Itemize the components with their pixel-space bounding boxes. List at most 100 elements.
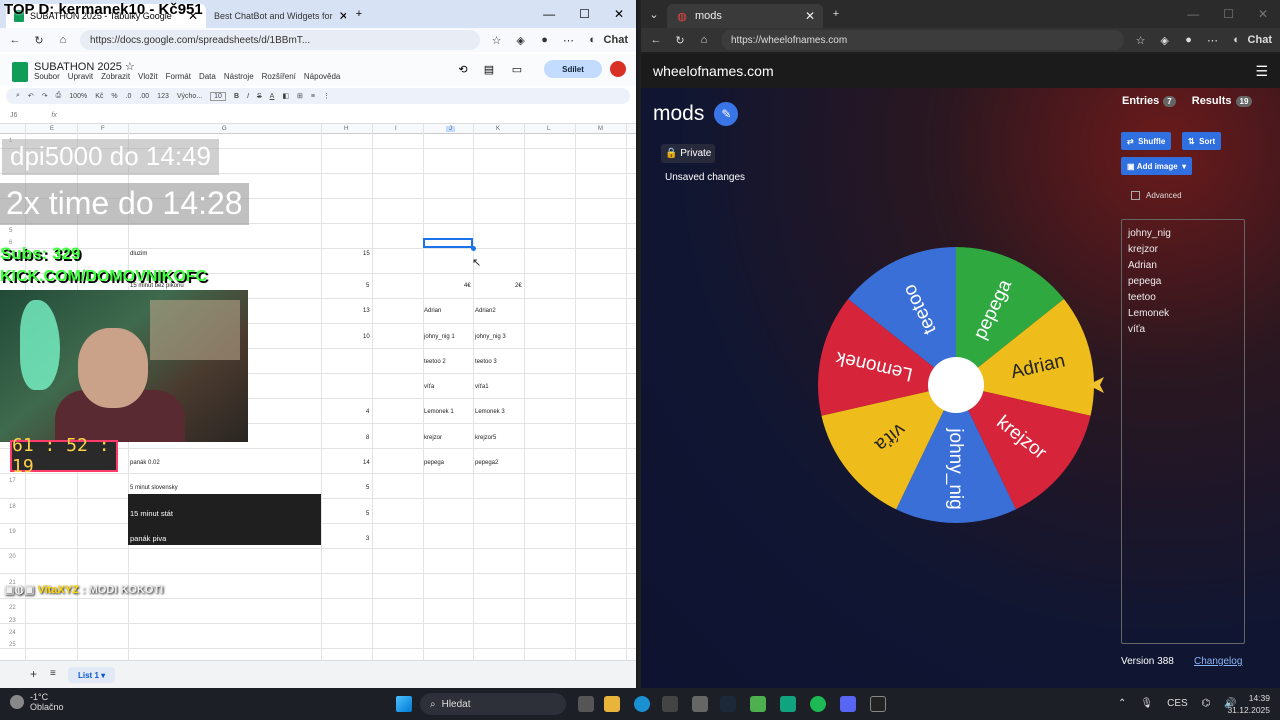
back-icon[interactable]: ←: [8, 33, 22, 47]
start-button-icon[interactable]: [396, 696, 412, 712]
menu-rozsireni[interactable]: Rozšíření: [262, 72, 296, 81]
clock[interactable]: 14:39 31.12.2025: [1227, 692, 1270, 716]
back-icon[interactable]: ←: [649, 33, 663, 47]
cell[interactable]: 8: [366, 435, 369, 441]
search-icon[interactable]: ⌕: [16, 92, 20, 100]
redo-icon[interactable]: ↷: [42, 92, 48, 100]
percent-button[interactable]: %: [111, 93, 117, 100]
currency-button[interactable]: Kč: [95, 93, 103, 100]
language-indicator[interactable]: CES: [1167, 698, 1188, 709]
extension-icon[interactable]: ◈: [1158, 33, 1172, 47]
menu-nastroje[interactable]: Nástroje: [224, 72, 254, 81]
minimize-icon[interactable]: —: [543, 7, 555, 21]
col-header[interactable]: M: [598, 126, 603, 132]
cell[interactable]: panák piva: [130, 534, 166, 543]
star-icon[interactable]: ☆: [490, 33, 504, 47]
print-icon[interactable]: ⎙: [56, 92, 62, 100]
menu-data[interactable]: Data: [199, 72, 216, 81]
more-icon[interactable]: ⋯: [562, 33, 576, 47]
cell[interactable]: 4€: [464, 283, 471, 289]
fill-color-icon[interactable]: ◧: [282, 92, 289, 100]
spotify-icon[interactable]: [810, 696, 826, 712]
cell[interactable]: 5: [366, 283, 369, 289]
col-header[interactable]: H: [344, 126, 348, 132]
font-select[interactable]: Výcho...: [177, 93, 202, 100]
cell[interactable]: johny_nig 1: [424, 334, 455, 340]
close-window-icon[interactable]: ✕: [614, 7, 624, 21]
row-number[interactable]: 20: [9, 554, 16, 560]
app-icon[interactable]: [692, 696, 708, 712]
cell[interactable]: teetoo 2: [424, 359, 446, 365]
reload-icon[interactable]: ↻: [673, 33, 687, 47]
row-number[interactable]: 19: [9, 529, 16, 535]
cell[interactable]: Lemonek 3: [475, 409, 505, 415]
edit-pencil-icon[interactable]: ✎: [714, 102, 739, 126]
profile-icon[interactable]: ●: [538, 33, 552, 47]
share-button[interactable]: Sdílet: [544, 60, 602, 78]
row-number[interactable]: 25: [9, 642, 16, 648]
menu-format[interactable]: Formát: [166, 72, 191, 81]
borders-icon[interactable]: ⊞: [297, 92, 303, 100]
chevron-up-icon[interactable]: ⌃: [1118, 698, 1126, 709]
cell[interactable]: 5: [366, 485, 369, 491]
minimize-icon[interactable]: —: [1187, 7, 1199, 21]
menu-soubor[interactable]: Soubor: [34, 72, 60, 81]
row-number[interactable]: 17: [9, 478, 16, 484]
col-header[interactable]: J: [446, 126, 455, 132]
advanced-toggle[interactable]: Advanced: [1131, 191, 1182, 200]
history-icon[interactable]: ⟲: [456, 62, 470, 76]
add-image-button[interactable]: ▣ Add image ▾: [1121, 157, 1193, 175]
cell[interactable]: 5: [366, 511, 369, 517]
cell[interactable]: víťa: [424, 384, 434, 390]
entries-textarea[interactable]: johny_nig krejzor Adrian pepega teetoo L…: [1121, 219, 1245, 644]
row-number[interactable]: 22: [9, 605, 16, 611]
increase-decimal-button[interactable]: .00: [139, 93, 149, 100]
cell[interactable]: 4: [366, 409, 369, 415]
close-tab-icon[interactable]: ✕: [339, 9, 346, 23]
cell[interactable]: 13: [363, 308, 370, 314]
menu-napoveda[interactable]: Nápověda: [304, 72, 340, 81]
undo-icon[interactable]: ↶: [28, 92, 34, 100]
new-tab-icon[interactable]: +: [352, 7, 366, 21]
cell[interactable]: johny_nig 3: [475, 334, 506, 340]
sheet-tab-list1[interactable]: List 1 ▾: [68, 667, 116, 683]
cell[interactable]: 5 minut slovensky: [130, 485, 178, 491]
more-icon[interactable]: ⋯: [1206, 33, 1220, 47]
cell[interactable]: pepega2: [475, 460, 498, 466]
store-icon[interactable]: [662, 696, 678, 712]
microphone-icon[interactable]: 🎙: [1140, 698, 1153, 709]
url-field[interactable]: https://wheelofnames.com: [721, 30, 1124, 50]
weather-widget[interactable]: -1°C Oblačno: [10, 692, 64, 712]
tab-chatbot[interactable]: Best ChatBot and Widgets for ✕: [206, 4, 346, 28]
extension-icon[interactable]: ◈: [514, 33, 528, 47]
advanced-checkbox[interactable]: [1131, 191, 1140, 200]
reload-icon[interactable]: ↻: [32, 33, 46, 47]
maximize-icon[interactable]: ☐: [579, 7, 590, 21]
row-number[interactable]: 18: [9, 504, 16, 510]
text-color-button[interactable]: A: [270, 93, 275, 100]
star-icon[interactable]: ☆: [1134, 33, 1148, 47]
home-icon[interactable]: ⌂: [56, 33, 70, 47]
wheel-center-hub[interactable]: [928, 357, 984, 413]
home-icon[interactable]: ⌂: [697, 33, 711, 47]
chat-button[interactable]: ◐ Chat: [586, 33, 628, 47]
decrease-decimal-button[interactable]: .0: [126, 93, 132, 100]
meet-icon[interactable]: ▭: [510, 62, 524, 76]
discord-icon[interactable]: [840, 696, 856, 712]
sort-button[interactable]: ⇅ Sort: [1182, 132, 1222, 150]
url-field[interactable]: https://docs.google.com/spreadsheets/d/1…: [80, 30, 480, 50]
wheel[interactable]: pepegaAdriankrejzorjohny_nigvíťaLemonekt…: [816, 245, 1096, 525]
tab-entries[interactable]: Entries 7: [1122, 95, 1176, 107]
tab-results[interactable]: Results 19: [1192, 95, 1253, 107]
app-icon[interactable]: [870, 696, 886, 712]
col-header[interactable]: I: [395, 126, 397, 132]
menu-upravit[interactable]: Upravit: [68, 72, 93, 81]
cell[interactable]: pepega: [424, 460, 444, 466]
taskbar-search[interactable]: ⌕ Hledat: [420, 693, 566, 715]
number-format-button[interactable]: 123: [157, 93, 169, 100]
all-sheets-icon[interactable]: ≡: [50, 668, 56, 679]
add-sheet-icon[interactable]: +: [30, 667, 37, 681]
new-tab-icon[interactable]: +: [829, 7, 843, 21]
cell[interactable]: Adrian2: [475, 308, 496, 314]
cell[interactable]: 2€: [515, 283, 522, 289]
